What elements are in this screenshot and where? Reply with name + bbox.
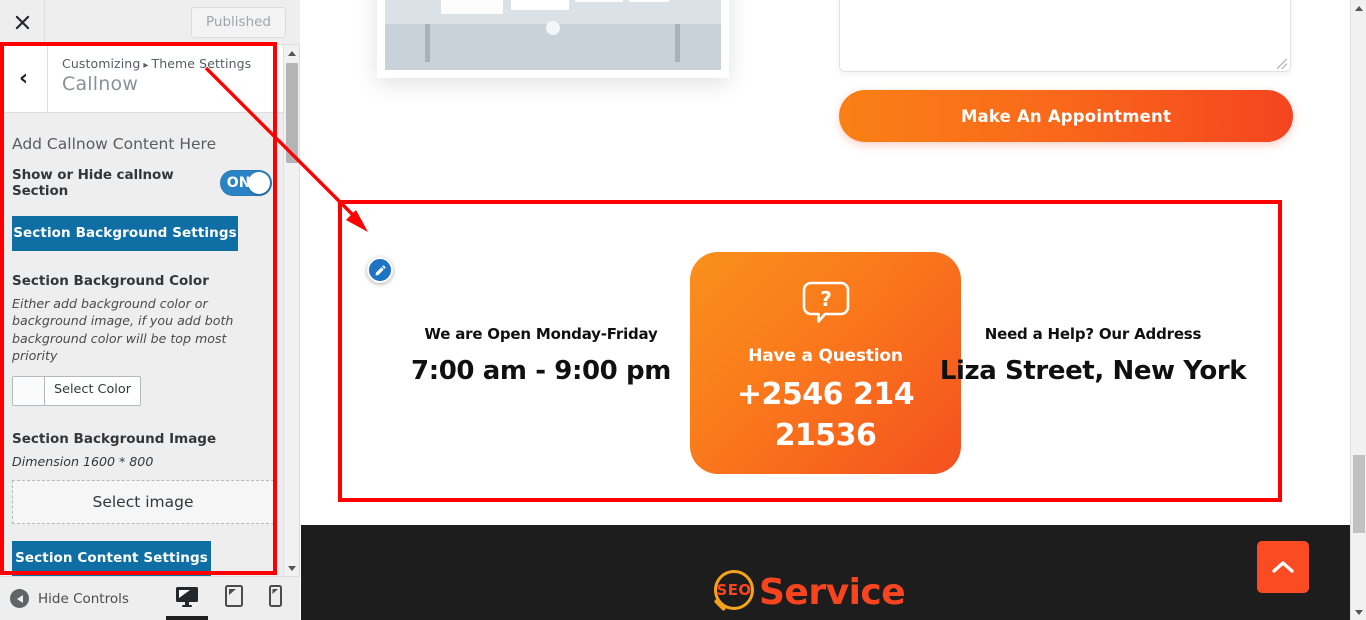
callnow-card-heading: Have a Question xyxy=(748,346,903,366)
callnow-phone-card[interactable]: ? Have a Question +2546 214 21536 xyxy=(690,252,961,474)
edit-pencil-icon[interactable] xyxy=(367,257,393,283)
show-hide-callnow-label: Show or Hide callnow Section xyxy=(12,167,174,199)
browser-vertical-scrollbar[interactable] xyxy=(1350,0,1366,620)
section-background-color-description: Either add background color or backgroun… xyxy=(12,296,234,364)
callnow-address-heading: Need a Help? Our Address xyxy=(984,325,1202,343)
callnow-hours-column: We are Open Monday-Friday 7:00 am - 9:00… xyxy=(376,325,706,386)
section-background-color-label: Section Background Color xyxy=(12,273,209,289)
callnow-hours-heading: We are Open Monday-Friday xyxy=(424,325,658,343)
screen-root: Make An Appointment We are Open Monday-F… xyxy=(0,0,1366,620)
logo-word-text: Service xyxy=(759,572,906,613)
customizer-panel: Published ‹ Customizing ▸ Theme Settings C… xyxy=(0,0,300,620)
browser-scrollbar-thumb[interactable] xyxy=(1353,455,1365,533)
hide-controls-label: Hide Controls xyxy=(38,590,129,607)
callnow-section: We are Open Monday-Friday 7:00 am - 9:00… xyxy=(338,200,1283,502)
device-active-underline xyxy=(166,616,208,620)
breadcrumb-separator-icon: ▸ xyxy=(143,60,149,71)
breadcrumb: Customizing ▸ Theme Settings xyxy=(62,56,290,71)
site-preview-frame[interactable]: Make An Appointment We are Open Monday-F… xyxy=(301,0,1350,620)
logo-badge-text: SEO xyxy=(716,581,752,599)
callnow-hours-value: 7:00 am - 9:00 pm xyxy=(411,356,671,386)
select-image-button[interactable]: Select image xyxy=(12,479,274,524)
textarea-resize-grip[interactable] xyxy=(1277,59,1287,69)
question-speech-bubble-icon: ? xyxy=(799,274,853,332)
customizer-section-header: ‹ Customizing ▸ Theme Settings Callnow xyxy=(0,45,290,113)
device-preview-switcher xyxy=(166,576,282,620)
scroll-up-arrow-icon[interactable] xyxy=(1351,0,1366,16)
section-background-image-label: Section Background Image xyxy=(12,430,217,447)
toggle-knob xyxy=(248,172,270,194)
back-to-top-button[interactable] xyxy=(1257,541,1309,593)
device-mobile-button[interactable] xyxy=(269,585,282,620)
section-background-settings-button[interactable]: Section Background Settings xyxy=(12,216,238,251)
select-color-picker[interactable]: Select Color xyxy=(12,375,141,406)
customizer-header-text: Customizing ▸ Theme Settings Callnow xyxy=(48,45,290,112)
scroll-down-arrow-icon[interactable] xyxy=(284,560,300,576)
appointment-message-textarea[interactable] xyxy=(839,0,1291,72)
close-x-icon[interactable] xyxy=(0,0,45,45)
customizer-footer: Hide Controls xyxy=(0,576,300,620)
show-hide-callnow-toggle[interactable]: ON xyxy=(219,170,272,196)
hero-image xyxy=(385,0,721,70)
make-an-appointment-button[interactable]: Make An Appointment xyxy=(839,90,1293,142)
page-title: Callnow xyxy=(62,73,139,95)
callnow-address-value: Liza Street, New York xyxy=(939,356,1247,386)
color-swatch[interactable] xyxy=(13,376,45,405)
device-tablet-button[interactable] xyxy=(225,585,243,620)
publish-button[interactable]: Published xyxy=(191,6,286,38)
site-logo[interactable]: SEO Service xyxy=(711,570,906,616)
customizer-scrollbar-thumb[interactable] xyxy=(286,63,298,163)
scroll-down-arrow-icon[interactable] xyxy=(1351,604,1366,620)
magnifier-icon: SEO xyxy=(711,570,757,616)
collapse-arrow-icon xyxy=(10,589,29,608)
callnow-address-column: Need a Help? Our Address Liza Street, Ne… xyxy=(928,325,1258,386)
chevron-left-icon[interactable]: ‹ xyxy=(0,45,48,112)
select-color-label: Select Color xyxy=(54,381,131,397)
svg-text:?: ? xyxy=(820,287,832,311)
scroll-up-arrow-icon[interactable] xyxy=(284,45,300,61)
customizer-controls: Add Callnow Content Here Show or Hide ca… xyxy=(0,113,284,576)
callnow-phone-number[interactable]: +2546 214 21536 xyxy=(690,374,961,457)
customizer-topbar: Published xyxy=(0,0,300,45)
hero-image-card xyxy=(377,0,729,78)
show-hide-callnow-row: Show or Hide callnow Section ON xyxy=(12,159,272,199)
breadcrumb-root[interactable]: Customizing xyxy=(62,56,140,71)
background-image-dimension-note: Dimension 1600 * 800 xyxy=(12,453,154,469)
back-chevron-glyph: ‹ xyxy=(18,65,29,91)
customizer-scrollbar[interactable] xyxy=(283,45,299,576)
site-footer: SEO Service xyxy=(301,525,1350,620)
device-desktop-button[interactable] xyxy=(166,586,208,620)
section-content-settings-button[interactable]: Section Content Settings xyxy=(12,540,211,576)
hide-controls-button[interactable]: Hide Controls xyxy=(0,589,129,608)
group-title: Add Callnow Content Here xyxy=(12,135,217,153)
breadcrumb-parent[interactable]: Theme Settings xyxy=(151,56,251,71)
